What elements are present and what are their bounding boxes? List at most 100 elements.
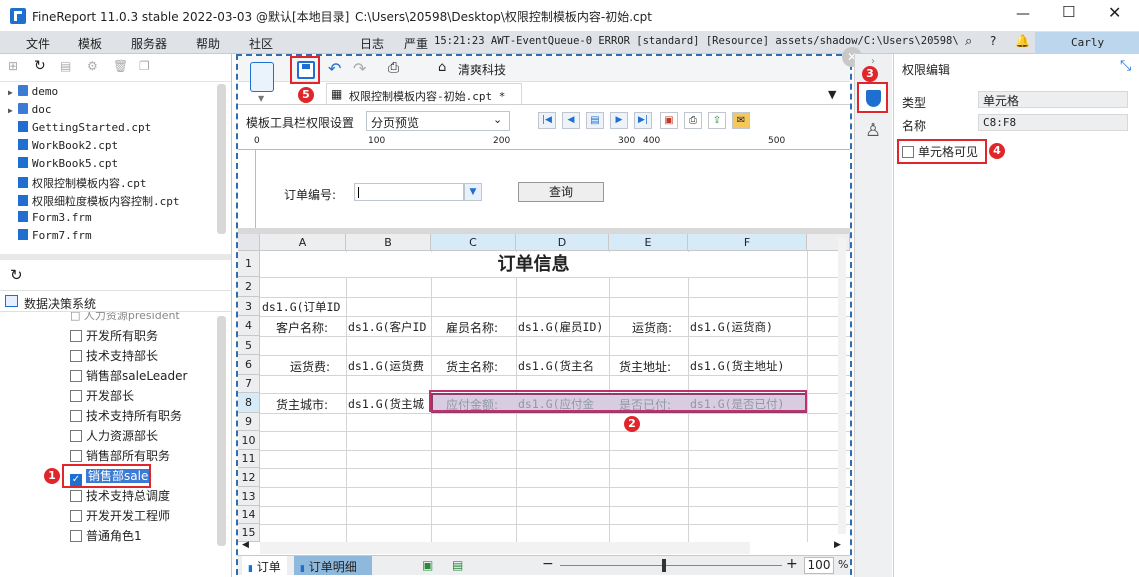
order-id-input[interactable] bbox=[354, 183, 464, 201]
file-item[interactable]: 权限细粒度模板内容控制.cpt bbox=[18, 193, 180, 210]
role-item[interactable]: 技术支持部长 bbox=[70, 347, 158, 365]
file-item[interactable]: ▶ doc bbox=[8, 103, 52, 120]
nav-first-button[interactable]: |◀ bbox=[538, 112, 556, 129]
role-checkbox[interactable] bbox=[70, 410, 82, 422]
close-button[interactable]: ✕ bbox=[1108, 3, 1121, 22]
add-form-sheet-icon[interactable]: ▤ bbox=[452, 558, 463, 572]
tab-menu-icon[interactable]: ▼ bbox=[828, 88, 836, 101]
zoom-input[interactable]: 100 bbox=[804, 557, 834, 574]
zoom-out-icon[interactable]: − bbox=[542, 556, 554, 572]
delete-icon[interactable]: 🗑 bbox=[113, 59, 128, 73]
nav-page-button[interactable]: ▤ bbox=[586, 112, 604, 129]
nav-last-button[interactable]: ▶| bbox=[634, 112, 652, 129]
undo-icon[interactable]: ↶ bbox=[328, 59, 341, 78]
preview-mode-select[interactable]: 分页预览 ⌄ bbox=[366, 111, 510, 131]
role-checkbox[interactable] bbox=[70, 330, 82, 342]
minimize-button[interactable]: — bbox=[1016, 6, 1030, 22]
nav-prev-button[interactable]: ◀ bbox=[562, 112, 580, 129]
new-folder-icon[interactable]: ⊞ bbox=[8, 59, 18, 73]
scroll-right-icon[interactable]: ▶ bbox=[834, 540, 841, 550]
order-id-dropdown[interactable]: ▼ bbox=[464, 183, 482, 201]
role-item[interactable]: 开发所有职务 bbox=[70, 327, 158, 345]
role-item[interactable]: 开发开发工程师 bbox=[70, 507, 170, 525]
cell-a4[interactable]: 客户名称: bbox=[276, 319, 328, 336]
zoom-in-icon[interactable]: + bbox=[786, 556, 798, 572]
file-item[interactable]: GettingStarted.cpt bbox=[18, 121, 151, 138]
file-item[interactable]: Form3.frm bbox=[18, 211, 92, 228]
zoom-slider[interactable] bbox=[560, 565, 782, 566]
menu-template[interactable]: 模板 bbox=[78, 35, 102, 52]
file-item[interactable]: WorkBook5.cpt bbox=[18, 157, 118, 174]
menu-community[interactable]: 社区 bbox=[249, 35, 273, 52]
cell-f4[interactable]: ds1.G(运货商) bbox=[690, 319, 806, 335]
help-icon[interactable]: ? bbox=[990, 34, 996, 48]
role-checkbox[interactable] bbox=[70, 530, 82, 542]
refresh-roles-icon[interactable]: ↻ bbox=[10, 266, 23, 284]
cell-e4[interactable]: 运货商: bbox=[632, 319, 672, 336]
log-button[interactable]: 日志 bbox=[360, 35, 384, 52]
cell-b8[interactable]: ds1.G(货主城 bbox=[348, 396, 430, 412]
sheet-tab-order-detail[interactable]: ▮ 订单明细 bbox=[294, 556, 372, 575]
file-item[interactable]: Form7.frm bbox=[18, 229, 92, 246]
role-item[interactable]: 技术支持所有职务 bbox=[70, 407, 182, 425]
cell-c4[interactable]: 雇员名称: bbox=[446, 319, 498, 336]
file-item[interactable]: WorkBook2.cpt bbox=[18, 139, 118, 156]
role-checkbox[interactable] bbox=[70, 390, 82, 402]
cell-d4[interactable]: ds1.G(雇员ID) bbox=[518, 319, 608, 335]
add-sheet-icon[interactable]: ▣ bbox=[422, 558, 433, 572]
refresh-icon[interactable]: ↻ bbox=[34, 58, 46, 74]
role-item[interactable]: 人力资源部长 bbox=[70, 427, 158, 445]
scroll-left-icon[interactable]: ◀ bbox=[242, 540, 249, 550]
cell-a3[interactable]: ds1.G(订单ID bbox=[262, 299, 374, 316]
open-icon[interactable]: ▤ bbox=[60, 59, 71, 73]
vertical-scrollbar[interactable] bbox=[838, 238, 846, 534]
cell-c6[interactable]: 货主名称: bbox=[446, 358, 498, 375]
template-tab[interactable]: ▦ 权限控制模板内容-初始.cpt * bbox=[326, 83, 522, 105]
user-area[interactable]: Carly bbox=[1035, 32, 1139, 54]
role-checkbox[interactable] bbox=[70, 450, 82, 462]
menu-help[interactable]: 帮助 bbox=[196, 35, 220, 52]
role-item[interactable]: 普通角色1 bbox=[70, 527, 142, 545]
file-tree-scrollbar[interactable] bbox=[217, 84, 226, 234]
user-settings-icon[interactable]: ♙ bbox=[865, 120, 881, 141]
menu-file[interactable]: 文件 bbox=[26, 35, 50, 52]
role-checkbox[interactable] bbox=[70, 430, 82, 442]
settings-icon[interactable]: ⚙ bbox=[87, 59, 98, 73]
expand-icon[interactable]: ⤡ bbox=[1120, 58, 1131, 74]
search-icon[interactable]: ⌕ bbox=[965, 34, 972, 49]
cell-a6[interactable]: 运货费: bbox=[290, 358, 330, 375]
role-item[interactable]: 技术支持总调度 bbox=[70, 487, 170, 505]
role-scrollbar[interactable] bbox=[217, 316, 226, 546]
cell-b6[interactable]: ds1.G(运货费 bbox=[348, 358, 430, 374]
copy-icon[interactable]: ❐ bbox=[139, 59, 150, 73]
role-item[interactable]: 销售部所有职务 bbox=[70, 447, 170, 465]
role-checkbox[interactable] bbox=[70, 510, 82, 522]
role-checkbox[interactable] bbox=[70, 370, 82, 382]
export-icon[interactable]: ⇪ bbox=[708, 112, 726, 129]
bell-icon[interactable]: 🔔 bbox=[1015, 34, 1030, 48]
file-item[interactable]: 权限控制模板内容.cpt bbox=[18, 175, 147, 192]
query-button[interactable]: 查询 bbox=[518, 182, 604, 202]
template-menu-chevron-icon[interactable]: ▼ bbox=[258, 94, 264, 103]
role-item[interactable]: 开发部长 bbox=[70, 387, 134, 405]
cell-a8[interactable]: 货主城市: bbox=[276, 396, 328, 413]
cell-f6[interactable]: ds1.G(货主地址) bbox=[690, 358, 806, 374]
print-icon[interactable]: ⎙ bbox=[684, 112, 702, 129]
role-item[interactable]: 销售部saleLeader bbox=[70, 367, 187, 385]
menu-server[interactable]: 服务器 bbox=[131, 35, 167, 52]
file-item[interactable]: ▶ demo bbox=[8, 85, 58, 102]
preview-icon[interactable]: ⎙ bbox=[388, 60, 399, 76]
cell-d6[interactable]: ds1.G(货主名 bbox=[518, 358, 608, 374]
role-checkbox[interactable] bbox=[70, 350, 82, 362]
sheet-tab-order[interactable]: ▮ 订单 bbox=[242, 556, 287, 575]
role-checkbox[interactable] bbox=[70, 490, 82, 502]
cell-e6[interactable]: 货主地址: bbox=[619, 358, 671, 375]
zoom-slider-thumb[interactable] bbox=[662, 559, 666, 572]
export-pdf-icon[interactable]: ▣ bbox=[660, 112, 678, 129]
nav-next-button[interactable]: ▶ bbox=[610, 112, 628, 129]
maximize-button[interactable]: ☐ bbox=[1062, 3, 1075, 21]
cell-b4[interactable]: ds1.G(客户ID bbox=[348, 319, 430, 335]
redo-icon[interactable]: ↷ bbox=[353, 59, 366, 78]
email-icon[interactable]: ✉ bbox=[732, 112, 750, 129]
template-icon[interactable] bbox=[250, 62, 274, 92]
